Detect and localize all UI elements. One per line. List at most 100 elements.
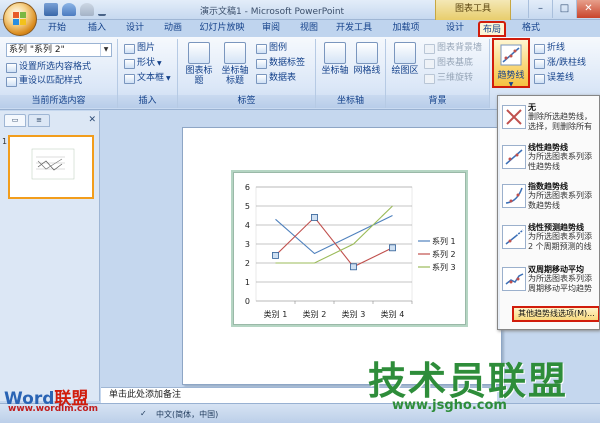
close-icon[interactable]: ✕	[88, 115, 96, 125]
error-bars-label: 误差线	[547, 73, 575, 83]
menu-item-linear-forecast-desc: 为所选图表系列添 2 个周期预测的线	[528, 232, 592, 252]
ribbon-tabs: 开始 插入 设计 动画 幻灯片放映 审阅 视图 开发工具 加载项 设计 布局 格…	[0, 20, 600, 37]
chevron-down-icon: ▼	[100, 44, 111, 56]
tab-chart-format[interactable]: 格式	[518, 21, 544, 37]
maximize-button[interactable]: □	[552, 0, 576, 18]
plot-area-icon	[394, 42, 416, 64]
updown-bars-icon	[534, 58, 545, 69]
language-indicator[interactable]: 中文(简体，中国)	[156, 409, 218, 420]
group-label-axes: 坐标轴	[316, 95, 385, 108]
selected-point-handle	[272, 252, 279, 259]
insert-textbox-button[interactable]: 文本框 ▼	[124, 72, 171, 85]
title-bar: 演示文稿1 - Microsoft PowerPoint 图表工具 – □ ✕	[0, 0, 600, 20]
menu-item-moving-average-desc-line1: 为所选图表系列添	[528, 274, 592, 283]
axis-titles-button[interactable]: 坐标轴标题	[218, 42, 252, 86]
insert-textbox-label: 文本框	[137, 73, 165, 83]
menu-item-exponential[interactable]: 指数趋势线 为所选图表系列添 数趋势线	[498, 179, 599, 215]
tab-slideshow[interactable]: 幻灯片放映	[198, 21, 246, 37]
group-background: 绘图区 图表背景墙 图表基底 三维旋转 背景	[386, 39, 490, 108]
office-logo-icon	[13, 12, 27, 26]
tab-view[interactable]: 视图	[296, 21, 322, 37]
group-label-insert: 插入	[118, 95, 177, 108]
chevron-down-icon: ▼	[508, 81, 514, 88]
data-labels-button[interactable]: 数据标签	[256, 57, 305, 70]
tab-chart-design[interactable]: 设计	[442, 21, 468, 37]
group-insert: 图片 形状 ▼ 文本框 ▼ 插入	[118, 39, 178, 108]
format-selection-button[interactable]: 设置所选内容格式	[6, 61, 91, 74]
tab-slides[interactable]: ▭	[4, 114, 26, 127]
updown-bars-label: 涨/跌柱线	[547, 58, 587, 68]
close-button[interactable]: ✕	[576, 0, 600, 18]
selected-point-handle	[350, 263, 357, 271]
selected-point-handle	[311, 214, 318, 221]
tab-home[interactable]: 开始	[42, 21, 72, 37]
rotation-3d-button: 三维旋转	[424, 72, 473, 85]
window-controls: – □ ✕	[528, 0, 600, 18]
chart-object[interactable]: 0 1 2 3 4 5 6 类别 1 类别 2 类别 3 类别 4 系列 1 系列 2 系列 3	[233, 172, 466, 325]
axes-button[interactable]: 坐标轴	[318, 42, 352, 76]
tab-design[interactable]: 设计	[122, 21, 148, 37]
slide-thumbnail-chart	[31, 148, 75, 180]
exponential-trendline-icon	[502, 184, 526, 208]
chevron-down-icon: ▼	[157, 60, 162, 67]
slide-thumbnail[interactable]	[8, 135, 94, 199]
data-table-button[interactable]: 数据表	[256, 72, 296, 85]
selected-point-handle	[389, 244, 396, 252]
reset-style-label: 重设以匹配样式	[19, 76, 83, 86]
redo-icon[interactable]	[80, 3, 94, 16]
legend-entry: 系列 3	[432, 262, 456, 272]
tab-addins[interactable]: 加载项	[390, 21, 422, 37]
x-category-label: 类别 1	[264, 309, 288, 319]
menu-item-linear[interactable]: 线性趋势线 为所选图表系列添 性趋势线	[498, 140, 599, 176]
window-title: 演示文稿1 - Microsoft PowerPoint	[200, 7, 345, 17]
office-button[interactable]	[3, 2, 37, 36]
reset-style-button[interactable]: 重设以匹配样式	[6, 75, 82, 88]
chart-floor-icon	[424, 58, 435, 69]
updown-bars-button[interactable]: 涨/跌柱线	[534, 57, 586, 70]
customize-qat-icon[interactable]	[98, 3, 106, 16]
insert-shapes-button[interactable]: 形状 ▼	[124, 57, 162, 70]
tab-chart-layout[interactable]: 布局	[478, 21, 506, 37]
rotation-3d-label: 三维旋转	[437, 73, 474, 83]
menu-item-linear-forecast[interactable]: 线性预测趋势线 为所选图表系列添 2 个周期预测的线	[498, 220, 599, 256]
lines-button[interactable]: 折线	[534, 42, 565, 55]
jsgho-url: www.jsgho.com	[392, 398, 507, 413]
menu-item-exponential-desc-line2: 数趋势线	[528, 201, 560, 210]
tab-developer[interactable]: 开发工具	[334, 21, 374, 37]
trendline-menu: 无 删除所选趋势线， 选择，则删除所有 线性趋势线 为所选图表系列添 性趋势线 指数…	[497, 95, 600, 330]
axes-icon	[324, 42, 346, 64]
axis-titles-icon	[224, 42, 246, 64]
save-icon[interactable]	[44, 3, 58, 16]
linear-forecast-icon	[502, 225, 526, 249]
gridlines-button[interactable]: 网格线	[350, 42, 384, 76]
error-bars-button[interactable]: 误差线	[534, 72, 574, 85]
menu-item-moving-average[interactable]: 双周期移动平均 为所选图表系列添 周期移动平均趋势	[498, 262, 599, 298]
insert-shapes-label: 形状	[137, 58, 156, 68]
tab-animations[interactable]: 动画	[160, 21, 186, 37]
legend-label: 图例	[269, 43, 288, 53]
spellcheck-icon[interactable]: ✓	[140, 409, 147, 418]
insert-picture-button[interactable]: 图片	[124, 42, 155, 55]
tab-review[interactable]: 审阅	[258, 21, 284, 37]
exponential-trendline-graphic	[505, 187, 523, 204]
legend-button[interactable]: 图例	[256, 42, 287, 55]
textbox-icon	[124, 73, 135, 84]
more-trendline-options[interactable]: 其他趋势线选项(M)...	[512, 306, 599, 322]
lines-label: 折线	[547, 43, 566, 53]
format-selection-label: 设置所选内容格式	[19, 62, 92, 72]
trendline-button[interactable]: 趋势线 ▼	[492, 38, 530, 88]
reset-style-icon	[6, 76, 17, 87]
chart-elements-dropdown[interactable]: 系列 "系列 2" ▼	[6, 43, 112, 57]
notes-placeholder: 单击此处添加备注	[109, 390, 182, 400]
legend-entry: 系列 1	[432, 236, 456, 246]
tab-insert[interactable]: 插入	[84, 21, 110, 37]
minimize-button[interactable]: –	[528, 0, 552, 18]
trendline-icon	[500, 44, 522, 66]
chart-title-button[interactable]: 图表标题	[182, 42, 216, 86]
plot-area-label: 绘图区	[391, 66, 419, 76]
tab-outline[interactable]: ≡	[28, 114, 50, 127]
format-selection-icon	[6, 62, 17, 73]
menu-item-none[interactable]: 无 删除所选趋势线， 选择，则删除所有	[498, 100, 599, 136]
plot-area-button[interactable]: 绘图区	[388, 42, 422, 76]
undo-icon[interactable]	[62, 3, 76, 16]
